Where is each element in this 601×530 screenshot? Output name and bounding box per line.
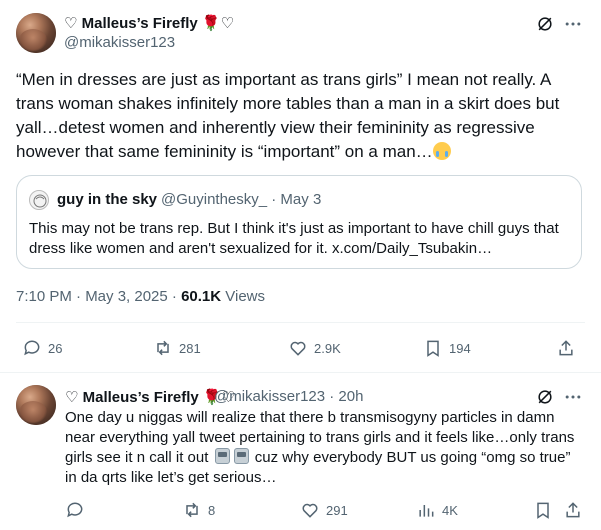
reply-bookmark-button[interactable] — [533, 500, 553, 520]
share-icon — [559, 340, 573, 356]
author-display-name[interactable]: ♡ Malleus’s Firefly 🌹♡ — [64, 14, 234, 32]
share-button[interactable] — [556, 338, 576, 358]
reply-views-count: 4K — [442, 502, 458, 518]
share-icon — [566, 502, 580, 518]
reply-author-display-name[interactable]: ♡ Malleus’s Firefly 🌹♡ — [65, 388, 235, 406]
reply-like-button[interactable]: 291 — [300, 500, 348, 520]
quoted-author-name: guy in the sky — [57, 191, 158, 208]
more-options-icon[interactable] — [563, 14, 583, 39]
bookmark-icon — [537, 502, 549, 519]
reply-repost-count: 8 — [208, 502, 216, 518]
views-count: 60.1K — [181, 288, 222, 305]
tweet-meta: 7:10 PM · May 3, 2025 · 60.1K Views — [16, 288, 265, 305]
reply-button[interactable]: 26 — [22, 338, 62, 358]
quoted-tweet-text: This may not be trans rep. But I think i… — [29, 220, 559, 257]
reply-author-handle[interactable]: @mikakisser123 · 20h — [214, 388, 363, 405]
analytics-icon — [419, 505, 434, 517]
views-label: Views — [221, 288, 266, 305]
loudly-crying-face-icon — [432, 142, 451, 160]
train-icon — [214, 448, 230, 464]
quoted-author-handle: @Guyinthesky_ · May 3 — [161, 191, 322, 208]
bookmark-button[interactable]: 194 — [423, 338, 471, 358]
reply-icon — [67, 502, 83, 518]
tweet-text: “Men in dresses are just as important as… — [16, 68, 584, 164]
bookmark-icon — [427, 340, 439, 357]
reply-views-button[interactable]: 4K — [416, 500, 458, 520]
tweet-timestamp[interactable]: 7:10 PM · May 3, 2025 · — [16, 288, 181, 305]
repost-icon — [186, 502, 198, 518]
train-icon — [233, 448, 249, 464]
reply-like-count: 291 — [326, 502, 348, 518]
reply-icon — [24, 340, 40, 356]
heart-icon — [290, 341, 306, 356]
reply-reply-button[interactable] — [65, 500, 91, 520]
quoted-author-avatar — [29, 190, 49, 210]
reply-count: 26 — [48, 340, 63, 356]
reply-repost-button[interactable]: 8 — [182, 500, 215, 520]
reply-share-button[interactable] — [563, 500, 583, 520]
grok-icon[interactable] — [535, 14, 555, 39]
reply-tweet-text: One day u niggas will realize that there… — [65, 408, 585, 488]
author-avatar[interactable] — [16, 13, 56, 53]
quoted-tweet-card[interactable]: guy in the sky @Guyinthesky_ · May 3 Thi… — [16, 175, 582, 269]
tweet-text-body: “Men in dresses are just as important as… — [16, 70, 560, 161]
repost-icon — [157, 340, 169, 356]
repost-count: 281 — [179, 340, 201, 356]
divider-top — [16, 322, 585, 323]
reply-author-avatar[interactable] — [16, 385, 56, 425]
like-count: 2.9K — [314, 340, 341, 356]
repost-button[interactable]: 281 — [153, 338, 201, 358]
heart-icon — [302, 503, 318, 518]
bookmark-count: 194 — [449, 340, 471, 356]
author-handle[interactable]: @mikakisser123 — [64, 34, 175, 51]
divider-bottom — [0, 372, 601, 373]
like-button[interactable]: 2.9K — [288, 338, 341, 358]
